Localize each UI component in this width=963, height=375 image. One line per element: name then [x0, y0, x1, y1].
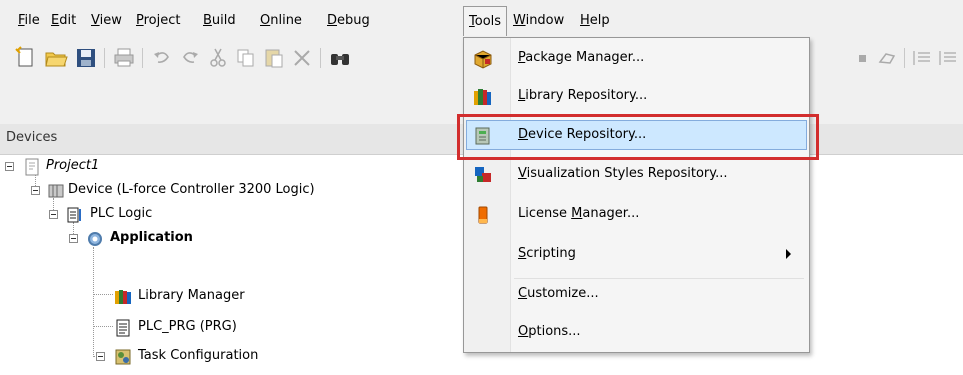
- devices-panel-title: Devices: [6, 130, 58, 145]
- tree-item-plc-prg[interactable]: PLC_PRG (PRG): [0, 315, 280, 339]
- toolbar-separator: [320, 48, 321, 68]
- menu-item-scripting[interactable]: Scripting: [466, 236, 807, 272]
- task-configuration-icon: [114, 348, 132, 366]
- menu-item-label: Library Repository...: [518, 88, 648, 103]
- menu-item-visualization-styles-repository[interactable]: Visualization Styles Repository...: [466, 156, 807, 192]
- tree-label-application: Application: [110, 230, 193, 245]
- program-document-icon: [114, 319, 132, 337]
- collapse-toggle[interactable]: [96, 352, 105, 361]
- submenu-arrow-icon: [786, 249, 791, 259]
- project-icon: [23, 158, 41, 176]
- print-icon[interactable]: [112, 46, 136, 70]
- tree-label-library-manager: Library Manager: [138, 288, 245, 303]
- tools-menu-dropdown: Package Manager... Library Repository...…: [463, 37, 810, 353]
- tree-item-project[interactable]: Project1: [0, 154, 400, 178]
- menu-item-label: Customize...: [518, 286, 599, 301]
- tree-item-application[interactable]: Application: [0, 226, 260, 250]
- menu-item-package-manager[interactable]: Package Manager...: [466, 40, 807, 76]
- menu-debug[interactable]: Debug: [327, 11, 370, 31]
- collapse-toggle[interactable]: [31, 186, 40, 195]
- toolbar-separator: [104, 48, 105, 68]
- save-icon[interactable]: [74, 46, 98, 70]
- menu-item-label: Visualization Styles Repository...: [518, 166, 728, 181]
- application-gear-icon: [86, 230, 104, 248]
- toolbar-separator: [142, 48, 143, 68]
- collapse-toggle[interactable]: [5, 162, 14, 171]
- tree-item-plc-logic[interactable]: PLC Logic: [0, 202, 240, 226]
- outdent-icon[interactable]: [936, 46, 960, 70]
- menu-bar: File Edit View Project Build Online Debu…: [0, 0, 963, 38]
- menu-item-label: License Manager...: [518, 206, 640, 221]
- new-file-icon[interactable]: [14, 46, 38, 70]
- undo-icon[interactable]: [150, 46, 174, 70]
- toolbar-separator: [904, 48, 905, 68]
- menu-project[interactable]: Project: [136, 11, 181, 31]
- license-icon: [473, 204, 493, 224]
- find-binoculars-icon[interactable]: [328, 46, 352, 70]
- menu-item-options[interactable]: Options...: [466, 314, 807, 350]
- paste-icon[interactable]: [262, 46, 286, 70]
- menu-view[interactable]: View: [91, 11, 122, 31]
- delete-icon[interactable]: [290, 46, 314, 70]
- menu-window[interactable]: Window: [513, 11, 564, 31]
- menu-build[interactable]: Build: [203, 11, 236, 31]
- tree-label-task-configuration: Task Configuration: [138, 348, 259, 363]
- menu-item-label: Package Manager...: [518, 50, 645, 65]
- plc-logic-icon: [66, 206, 84, 224]
- tree-item-library-manager[interactable]: Library Manager: [0, 284, 280, 308]
- visualization-icon: [473, 164, 493, 184]
- menu-item-license-manager[interactable]: License Manager...: [466, 196, 807, 232]
- package-icon: [473, 48, 493, 69]
- copy-icon[interactable]: [234, 46, 258, 70]
- menu-tools[interactable]: Tools: [463, 6, 508, 36]
- tree-item-device[interactable]: Device (L-force Controller 3200 Logic): [0, 178, 420, 202]
- books-icon: [473, 86, 493, 106]
- menu-item-library-repository[interactable]: Library Repository...: [466, 78, 807, 114]
- tree-label-device: Device (L-force Controller 3200 Logic): [68, 182, 315, 197]
- controller-icon: [47, 182, 65, 200]
- tree-item-task-configuration[interactable]: Task Configuration: [0, 344, 300, 368]
- menu-item-customize[interactable]: Customize...: [466, 276, 807, 312]
- collapse-toggle[interactable]: [69, 234, 78, 243]
- menu-item-label: Options...: [518, 324, 581, 339]
- indent-icon[interactable]: [910, 46, 934, 70]
- tree-label-plc-prg: PLC_PRG (PRG): [138, 319, 237, 334]
- collapse-toggle[interactable]: [49, 210, 58, 219]
- menu-online[interactable]: Online: [260, 11, 302, 31]
- tree-label-project: Project1: [46, 158, 100, 173]
- tree-label-plc-logic: PLC Logic: [90, 206, 153, 221]
- login-icon[interactable]: [876, 46, 900, 70]
- menu-item-label: Scripting: [518, 246, 576, 261]
- open-folder-icon[interactable]: [44, 46, 68, 70]
- annotation-highlight-box: [457, 114, 819, 160]
- build-icon[interactable]: [852, 46, 876, 70]
- menu-help[interactable]: Help: [580, 11, 610, 31]
- cut-icon[interactable]: [206, 46, 230, 70]
- redo-icon[interactable]: [178, 46, 202, 70]
- menu-edit[interactable]: Edit: [51, 11, 76, 31]
- menu-file[interactable]: File: [18, 11, 40, 31]
- library-books-icon: [114, 288, 132, 306]
